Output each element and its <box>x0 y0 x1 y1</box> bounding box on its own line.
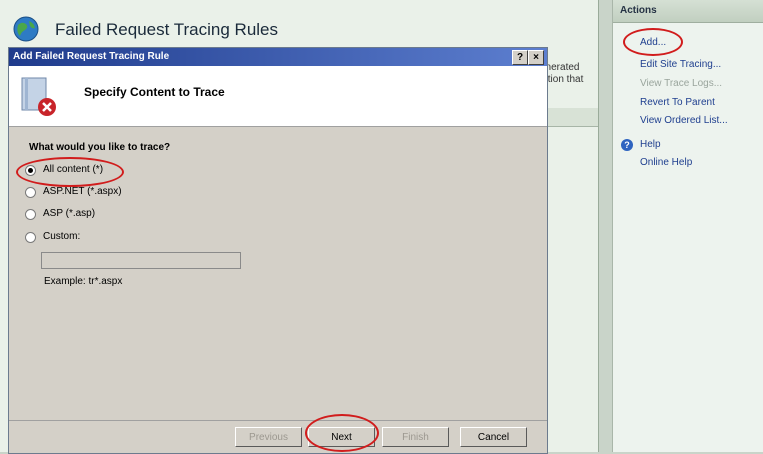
cancel-button[interactable]: Cancel <box>460 427 527 447</box>
wizard-step-heading: Specify Content to Trace <box>84 85 225 99</box>
background-description: enerated dition that <box>540 62 598 86</box>
radio-circle[interactable] <box>25 232 36 243</box>
background-text-line: dition that <box>540 74 584 85</box>
radio-aspnet[interactable]: ASP.NET (*.aspx) <box>25 186 135 200</box>
actions-pane: Actions Add... Edit Site Tracing... View… <box>612 0 763 452</box>
globe-icon <box>13 16 39 42</box>
radio-asp[interactable]: ASP (*.asp) <box>25 208 135 222</box>
radio-label: Custom: <box>43 231 81 242</box>
radio-circle[interactable] <box>25 165 36 176</box>
edit-site-tracing-link[interactable]: Edit Site Tracing... <box>640 59 721 70</box>
page-header: Failed Request Tracing Rules <box>0 8 598 50</box>
page-title: Failed Request Tracing Rules <box>55 20 279 39</box>
radio-circle[interactable] <box>25 209 36 220</box>
radio-all-content[interactable]: All content (*) <box>25 164 135 178</box>
example-label: Example: tr*.aspx <box>44 276 123 287</box>
rules-grid-header <box>545 108 598 127</box>
radio-circle[interactable] <box>25 187 36 198</box>
help-button[interactable]: ? <box>512 50 528 65</box>
dialog-titlebar[interactable]: Add Failed Request Tracing Rule ? × <box>9 48 547 66</box>
radio-label: ASP.NET (*.aspx) <box>43 186 122 197</box>
trace-question-label: What would you like to trace? <box>29 142 171 153</box>
previous-button: Previous <box>235 427 302 447</box>
help-icon: ? <box>621 139 633 151</box>
close-button[interactable]: × <box>528 50 544 65</box>
view-ordered-list-link[interactable]: View Ordered List... <box>640 115 728 126</box>
dialog-body: What would you like to trace? All conten… <box>9 127 547 417</box>
radio-label: ASP (*.asp) <box>43 208 96 219</box>
help-link[interactable]: Help <box>640 139 661 150</box>
view-trace-logs-link: View Trace Logs... <box>640 78 723 89</box>
dialog-banner: Specify Content to Trace <box>9 66 547 127</box>
add-rule-dialog: Add Failed Request Tracing Rule ? × Spec… <box>8 47 548 454</box>
actions-header: Actions <box>613 0 763 23</box>
finish-button: Finish <box>382 427 449 447</box>
custom-pattern-input[interactable] <box>41 252 241 269</box>
background-text-line: enerated <box>540 62 580 73</box>
trace-rule-error-icon <box>21 77 56 116</box>
revert-to-parent-link[interactable]: Revert To Parent <box>640 97 715 108</box>
next-button[interactable]: Next <box>308 427 375 447</box>
online-help-link[interactable]: Online Help <box>640 157 692 168</box>
add-rule-link[interactable]: Add... <box>640 37 666 48</box>
dialog-footer: Previous Next Finish Cancel <box>9 420 547 454</box>
radio-custom[interactable]: Custom: <box>25 231 135 245</box>
radio-label: All content (*) <box>43 164 104 175</box>
dialog-title: Add Failed Request Tracing Rule <box>13 51 170 62</box>
radio-selected-dot <box>28 168 33 173</box>
